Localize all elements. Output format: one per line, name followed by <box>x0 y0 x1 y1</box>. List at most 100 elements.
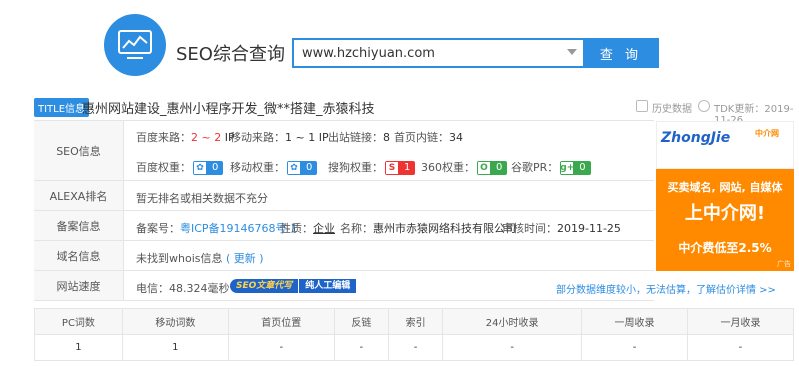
stats-cell[interactable]: 1 <box>34 334 123 361</box>
mobile-traffic: 移动来路：1 ~ 1 IP <box>230 129 329 145</box>
whois-update-link[interactable]: ( 更新 ) <box>226 252 264 265</box>
icp-label: 备案信息 <box>34 211 124 240</box>
ad-line1: 买卖域名, 网站, 自媒体 <box>667 181 783 194</box>
title-row: TITLE信息 惠州网站建设_惠州小程序开发_微**搭建_赤猿科技 历史数据 T… <box>34 96 794 126</box>
so360-weight: 360权重： O 0 <box>421 159 508 175</box>
title-tag: TITLE信息 <box>34 98 90 117</box>
site-title: SEO综合查询 <box>176 44 285 65</box>
baidu-weight: 百度权重： ✿ 0 <box>136 159 224 175</box>
icp-number: 备案号：粤ICP备19146768号-1 <box>136 220 298 236</box>
ad-banner[interactable]: ZhongJie 中介网 买卖域名, 网站, 自媒体 上中介网! 中介费低至2.… <box>656 121 794 271</box>
stats-cell: - <box>227 334 335 361</box>
baidu-traffic-value[interactable]: 2 ~ 2 <box>191 131 221 144</box>
baidu-traffic-label: 百度来路： <box>136 131 191 144</box>
search-button[interactable]: 查 询 <box>583 38 659 68</box>
stats-cell: - <box>387 334 444 361</box>
whois-info: 未找到whois信息 ( 更新 ) <box>136 250 264 266</box>
stats-cell: - <box>442 334 583 361</box>
sogou-weight-value: 1 <box>399 161 416 175</box>
ad-tag: 广告 <box>777 260 791 268</box>
google-plus-icon: g+ <box>560 161 575 175</box>
seo-promo-banner[interactable]: SEO文章代写 纯人工编辑 <box>230 279 357 293</box>
home-inlinks-label: 首页内链： <box>394 131 449 144</box>
baidu-weight-value: 0 <box>207 161 224 175</box>
valuation-link[interactable]: 部分数据维度较小，无法估算，了解估价详情 >> <box>556 281 776 296</box>
history-link[interactable]: 历史数据 <box>652 100 692 115</box>
table-row: 1 1 - - - - - - <box>34 334 795 361</box>
icp-nature-value: 企业 <box>313 222 335 235</box>
stats-header: 一月收录 <box>686 308 795 335</box>
stats-header: 24小时收录 <box>442 308 583 335</box>
domain-row: 域名信息 未找到whois信息 ( 更新 ) <box>34 241 654 271</box>
icp-nature-label: 性质： <box>280 222 313 235</box>
google-pr-value: 0 <box>574 161 591 175</box>
outlinks-value: 8 <box>383 131 390 144</box>
seo-label: SEO信息 <box>34 121 124 180</box>
mobile-weight-value: 0 <box>301 161 318 175</box>
so360-icon: O <box>477 161 491 175</box>
baidu-paw-icon: ✿ <box>193 161 207 175</box>
stats-header-row: PC词数 移动词数 首页位置 反链 索引 24小时收录 一周收录 一月收录 <box>34 308 795 335</box>
mobile-traffic-label: 移动来路： <box>230 131 285 144</box>
promo-right: 纯人工编辑 <box>298 279 357 293</box>
domain-search-input[interactable] <box>294 40 583 66</box>
ad-logo: ZhongJie <box>661 130 731 146</box>
mobile-paw-icon: ✿ <box>287 161 301 175</box>
home-inlinks: 首页内链：34 <box>394 129 463 145</box>
outlinks: 出站链接：8 <box>328 129 390 145</box>
icp-name: 名称：惠州市赤猿网络科技有限公司 <box>340 220 516 236</box>
speed-label: 网站速度 <box>34 271 124 300</box>
stats-cell: - <box>333 334 389 361</box>
stats-cell[interactable]: 1 <box>121 334 229 361</box>
google-pr: 谷歌PR： g+ 0 <box>511 159 591 175</box>
chart-icon <box>118 30 152 59</box>
icp-date-value: 2019-11-25 <box>557 222 621 235</box>
stats-header: 反链 <box>333 308 389 335</box>
so360-weight-label: 360权重： <box>421 161 475 174</box>
mobile-weight-label: 移动权重： <box>230 161 285 174</box>
icp-number-label: 备案号： <box>136 222 180 235</box>
seo-logo[interactable] <box>104 14 166 76</box>
stats-cell: - <box>581 334 688 361</box>
alexa-label: ALEXA排名 <box>34 181 124 210</box>
ad-line2: 上中介网! <box>684 203 766 224</box>
promo-left: SEO文章代写 <box>230 279 299 293</box>
mobile-traffic-value: 1 ~ 1 IP <box>285 131 329 144</box>
sogou-icon: S <box>385 161 399 175</box>
icp-name-label: 名称： <box>340 222 373 235</box>
baidu-weight-label: 百度权重： <box>136 161 191 174</box>
speed-value: 电信：48.324毫秒 <box>136 282 230 295</box>
whois-value: 未找到whois信息 <box>136 252 223 265</box>
promo[interactable]: SEO文章代写 纯人工编辑 <box>230 279 357 293</box>
page-title: 惠州网站建设_惠州小程序开发_微**搭建_赤猿科技 <box>82 102 375 117</box>
so360-weight-badge[interactable]: O0 <box>477 161 508 175</box>
stats-cell: - <box>686 334 795 361</box>
mobile-weight-badge[interactable]: ✿ 0 <box>287 161 318 175</box>
search-box <box>292 38 583 68</box>
so360-weight-value: 0 <box>491 161 508 175</box>
domain-label: 域名信息 <box>34 241 124 270</box>
icp-date: 审核时间：2019-11-25 <box>502 220 621 236</box>
stats-header: 首页位置 <box>227 308 335 335</box>
ad-line3: 中介费低至2.5% <box>678 241 772 255</box>
seo-row: SEO信息 百度来路：2 ~ 2 IP 移动来路：1 ~ 1 IP 出站链接：8… <box>34 121 654 181</box>
icp-nature: 性质：企业 <box>280 220 335 236</box>
baidu-traffic: 百度来路：2 ~ 2 IP <box>136 129 235 145</box>
stats-header: 索引 <box>387 308 444 335</box>
sogou-weight-badge[interactable]: S1 <box>385 161 416 175</box>
baidu-weight-badge[interactable]: ✿ 0 <box>193 161 224 175</box>
icp-row: 备案信息 备案号：粤ICP备19146768号-1 性质：企业 名称：惠州市赤猿… <box>34 211 654 241</box>
stats-header: 一周收录 <box>581 308 688 335</box>
sogou-weight-label: 搜狗权重： <box>328 161 383 174</box>
google-pr-label: 谷歌PR： <box>511 161 559 174</box>
mobile-weight: 移动权重： ✿ 0 <box>230 159 318 175</box>
alexa-row: ALEXA排名 暂无排名或相关数据不充分 <box>34 181 654 211</box>
stats-header: 移动词数 <box>121 308 229 335</box>
google-pr-badge[interactable]: g+ 0 <box>560 161 591 175</box>
dropdown-caret-icon[interactable] <box>567 49 577 55</box>
ad-logo-area: ZhongJie 中介网 <box>656 121 794 169</box>
history-icon[interactable] <box>636 100 648 112</box>
stats-header: PC词数 <box>34 308 123 335</box>
ad-logo-sub: 中介网 <box>755 129 779 138</box>
outlinks-label: 出站链接： <box>328 131 383 144</box>
